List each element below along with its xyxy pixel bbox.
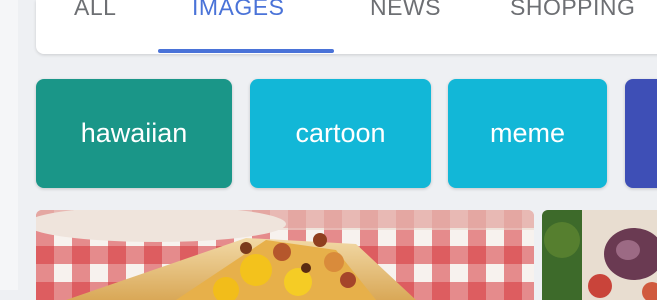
active-tab-indicator: [158, 49, 334, 53]
suggestion-chip-meme[interactable]: meme: [448, 79, 607, 188]
tab-shopping[interactable]: SHOPPING: [510, 0, 635, 21]
suggestion-chip-hawaiian[interactable]: hawaiian: [36, 79, 232, 188]
search-tabs-bar: ALL IMAGES NEWS SHOPPING: [36, 0, 657, 54]
image-result-thumbnail[interactable]: [542, 210, 657, 300]
page-edge: [0, 0, 18, 290]
tab-news[interactable]: NEWS: [370, 0, 441, 21]
tab-all[interactable]: ALL: [74, 0, 116, 21]
image-result-pizza-slice[interactable]: [36, 210, 534, 300]
suggestion-chip-partial[interactable]: [625, 79, 657, 188]
suggestion-chip-cartoon[interactable]: cartoon: [250, 79, 431, 188]
tab-images[interactable]: IMAGES: [192, 0, 284, 21]
pizza-thumbnail-image: [542, 210, 657, 300]
pizza-slice-image: [36, 210, 534, 300]
